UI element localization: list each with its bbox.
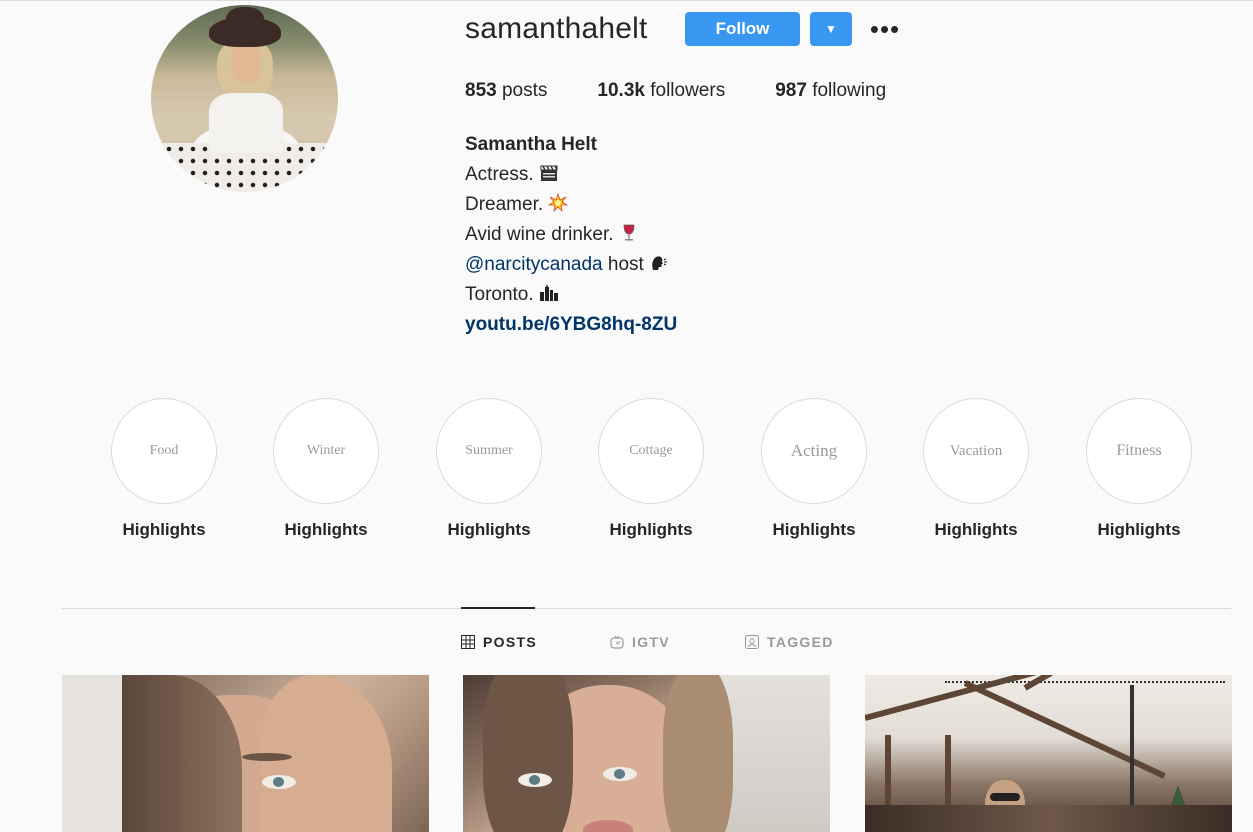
highlight-label: Highlights xyxy=(772,520,856,539)
highlight-fitness[interactable]: Fitness Highlights xyxy=(1079,398,1199,540)
clapper-board-icon xyxy=(540,165,558,181)
collision-icon xyxy=(548,193,569,213)
following-count: 987 xyxy=(775,80,807,101)
tab-tagged[interactable]: TAGGED xyxy=(745,634,834,650)
post-thumbnail[interactable] xyxy=(463,675,830,832)
post-thumbnail[interactable] xyxy=(62,675,429,832)
highlight-label: Highlights xyxy=(122,520,206,539)
bio-line: Toronto. xyxy=(465,280,677,310)
cityscape-icon xyxy=(539,284,558,301)
highlight-cover: Summer xyxy=(436,398,542,504)
active-tab-indicator xyxy=(461,607,535,609)
bio-line: Avid wine drinker. xyxy=(465,220,677,250)
following-label: following xyxy=(812,80,887,101)
follow-button[interactable]: Follow xyxy=(685,12,800,46)
suggestions-dropdown-button[interactable]: ▼ xyxy=(810,12,852,46)
posts-stat: 853 posts xyxy=(465,80,547,102)
tab-posts[interactable]: POSTS xyxy=(461,634,537,650)
highlight-label: Highlights xyxy=(1097,520,1181,539)
highlight-label: Highlights xyxy=(284,520,368,539)
speaking-head-icon xyxy=(652,256,668,270)
bio-line: Actress. xyxy=(465,160,677,190)
more-options-button[interactable]: ••• xyxy=(868,13,902,44)
highlight-acting[interactable]: Acting Highlights xyxy=(754,398,874,540)
followers-stat[interactable]: 10.3k followers xyxy=(597,80,725,102)
tabs-divider xyxy=(62,608,1231,609)
igtv-icon xyxy=(610,635,624,649)
mention-link[interactable]: @narcitycanada xyxy=(465,254,603,275)
profile-avatar[interactable] xyxy=(151,5,338,192)
profile-username: samanthahelt xyxy=(465,12,648,45)
full-name: Samantha Helt xyxy=(465,134,597,155)
highlight-cover: Acting xyxy=(761,398,867,504)
posts-count: 853 xyxy=(465,80,497,101)
profile-bio: Samantha Helt Actress. Dreamer. Avid win… xyxy=(465,130,677,340)
highlight-label: Highlights xyxy=(609,520,693,539)
more-icon: ••• xyxy=(869,13,901,44)
top-border xyxy=(0,0,1253,1)
grid-icon xyxy=(461,635,475,649)
profile-stats: 853 posts 10.3k followers 987 following xyxy=(465,80,936,102)
highlight-label: Highlights xyxy=(447,520,531,539)
posts-label: posts xyxy=(501,80,548,101)
tab-igtv[interactable]: IGTV xyxy=(610,634,670,650)
highlight-cottage[interactable]: Cottage Highlights xyxy=(591,398,711,540)
following-stat[interactable]: 987 following xyxy=(775,80,886,102)
highlight-summer[interactable]: Summer Highlights xyxy=(429,398,549,540)
followers-label: followers xyxy=(650,80,726,101)
post-thumbnail[interactable] xyxy=(865,675,1232,832)
bio-line: @narcitycanada host xyxy=(465,250,677,280)
chevron-down-icon: ▼ xyxy=(825,22,837,36)
highlight-cover: Cottage xyxy=(598,398,704,504)
tagged-icon xyxy=(745,635,759,649)
wine-glass-icon xyxy=(623,224,635,241)
highlight-food[interactable]: Food Highlights xyxy=(104,398,224,540)
highlight-cover: Food xyxy=(111,398,217,504)
followers-count: 10.3k xyxy=(597,80,645,101)
highlight-cover: Winter xyxy=(273,398,379,504)
highlight-winter[interactable]: Winter Highlights xyxy=(266,398,386,540)
highlight-vacation[interactable]: Vacation Highlights xyxy=(916,398,1036,540)
highlight-cover: Fitness xyxy=(1086,398,1192,504)
highlight-cover: Vacation xyxy=(923,398,1029,504)
bio-line: Dreamer. xyxy=(465,190,677,220)
external-link[interactable]: youtu.be/6YBG8hq-8ZU xyxy=(465,310,677,340)
highlight-label: Highlights xyxy=(934,520,1018,539)
